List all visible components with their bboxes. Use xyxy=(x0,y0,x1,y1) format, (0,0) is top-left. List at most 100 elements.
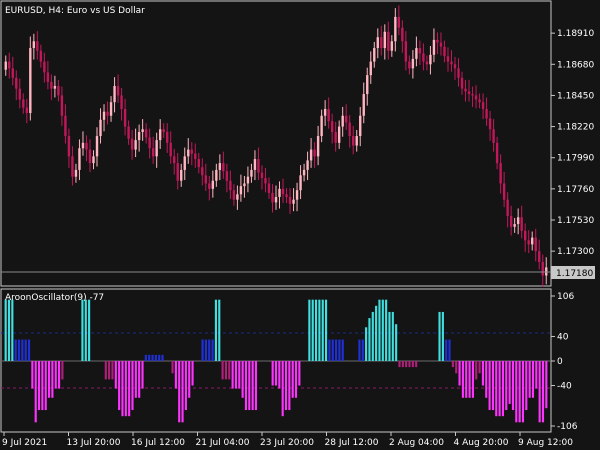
oscillator-bar xyxy=(54,361,57,389)
candle-body xyxy=(292,199,295,204)
oscillator-bar xyxy=(458,361,461,386)
oscillator-bar xyxy=(171,361,174,374)
oscillator-bar xyxy=(535,361,538,389)
candle-body xyxy=(166,131,169,143)
candle-body xyxy=(22,99,25,108)
candle-body xyxy=(418,48,422,54)
candle-body xyxy=(88,149,92,164)
oscillator-bar xyxy=(378,299,381,361)
candle-body xyxy=(151,148,155,157)
candle-body xyxy=(401,27,404,42)
candle-body xyxy=(32,41,36,49)
oscillator-bar xyxy=(461,361,464,398)
candle-body xyxy=(180,169,183,181)
candle-body xyxy=(183,156,186,170)
oscillator-bar xyxy=(525,361,528,411)
candle-body xyxy=(334,131,337,143)
candle-body xyxy=(509,215,513,227)
candle-body xyxy=(225,171,229,181)
oscillator-bar xyxy=(505,361,508,411)
indicator-tick-label: -40 xyxy=(557,382,572,392)
candle-body xyxy=(78,148,81,170)
candle-body xyxy=(190,149,193,154)
candle-body xyxy=(57,85,60,96)
oscillator-bar xyxy=(228,361,231,380)
candle-body xyxy=(218,163,222,170)
price-tick-label: 1.18450 xyxy=(557,91,594,101)
candle-body xyxy=(134,140,137,150)
oscillator-bar xyxy=(84,299,87,361)
oscillator-bar xyxy=(411,361,414,368)
oscillator-bar xyxy=(57,361,61,389)
oscillator-bar xyxy=(495,361,498,417)
oscillator-bar xyxy=(138,361,141,398)
oscillator-bar xyxy=(385,299,388,361)
candle-body xyxy=(144,129,148,138)
oscillator-bar xyxy=(341,339,344,361)
candle-body xyxy=(415,48,418,59)
oscillator-bar xyxy=(375,305,378,361)
oscillator-bar xyxy=(338,339,341,361)
candle-body xyxy=(394,16,397,42)
candle-body xyxy=(60,95,64,116)
oscillator-bar xyxy=(121,361,124,417)
candle-body xyxy=(229,180,232,191)
oscillator-bar xyxy=(104,361,107,380)
candle-body xyxy=(344,115,348,123)
oscillator-bar xyxy=(321,299,324,361)
candle-body xyxy=(355,136,358,146)
candle-body xyxy=(320,115,323,137)
candle-body xyxy=(373,48,376,62)
candle-body xyxy=(531,237,534,245)
oscillator-bar xyxy=(241,361,244,398)
candle-body xyxy=(481,102,485,109)
oscillator-bar xyxy=(51,361,54,398)
oscillator-bar xyxy=(134,361,137,398)
candle-body xyxy=(64,115,67,137)
candle-body xyxy=(11,68,14,78)
oscillator-bar xyxy=(251,361,254,411)
candle-body xyxy=(369,61,372,76)
oscillator-bar xyxy=(465,361,468,398)
candle-body xyxy=(158,129,162,141)
candle-body xyxy=(474,95,478,100)
chart-canvas: EURUSD, H4: Euro vs US Dollar 1.18910 1.1… xyxy=(0,0,600,450)
oscillator-bar xyxy=(471,361,474,398)
candle-body xyxy=(257,159,260,173)
candle-body xyxy=(390,41,394,51)
time-tick-label: 23 Jul 20:00 xyxy=(260,438,314,448)
candle-body xyxy=(46,72,50,82)
candle-body xyxy=(538,251,541,262)
candle-body xyxy=(299,175,302,191)
oscillator-bar xyxy=(508,361,511,404)
oscillator-bar xyxy=(451,361,454,368)
oscillator-bar xyxy=(358,339,361,361)
oscillator-bar xyxy=(31,361,34,389)
candle-body xyxy=(460,77,464,89)
oscillator-bar xyxy=(17,339,21,361)
candle-body xyxy=(523,230,527,241)
candle-body xyxy=(352,136,355,146)
price-tick-label: 1.18680 xyxy=(557,60,594,70)
candle-body xyxy=(397,16,401,28)
candle-body xyxy=(411,58,415,69)
oscillator-bar xyxy=(365,327,368,361)
candle-body xyxy=(316,136,320,157)
candle-body xyxy=(208,183,211,189)
candle-body xyxy=(453,64,457,69)
candle-body xyxy=(495,142,499,164)
candle-body xyxy=(204,175,208,184)
candle-body xyxy=(306,160,309,170)
indicator-tick-label: -106 xyxy=(557,422,578,432)
candle-body xyxy=(232,190,236,200)
oscillator-bar xyxy=(294,361,298,398)
candle-body xyxy=(243,183,246,187)
oscillator-bar xyxy=(234,361,238,389)
oscillator-bar xyxy=(158,354,161,361)
oscillator-bar xyxy=(511,361,515,411)
candle-body xyxy=(29,48,32,114)
indicator-tick-label: 40 xyxy=(557,332,569,342)
oscillator-bar xyxy=(131,361,134,411)
oscillator-bar xyxy=(318,299,321,361)
oscillator-bar xyxy=(144,354,147,361)
